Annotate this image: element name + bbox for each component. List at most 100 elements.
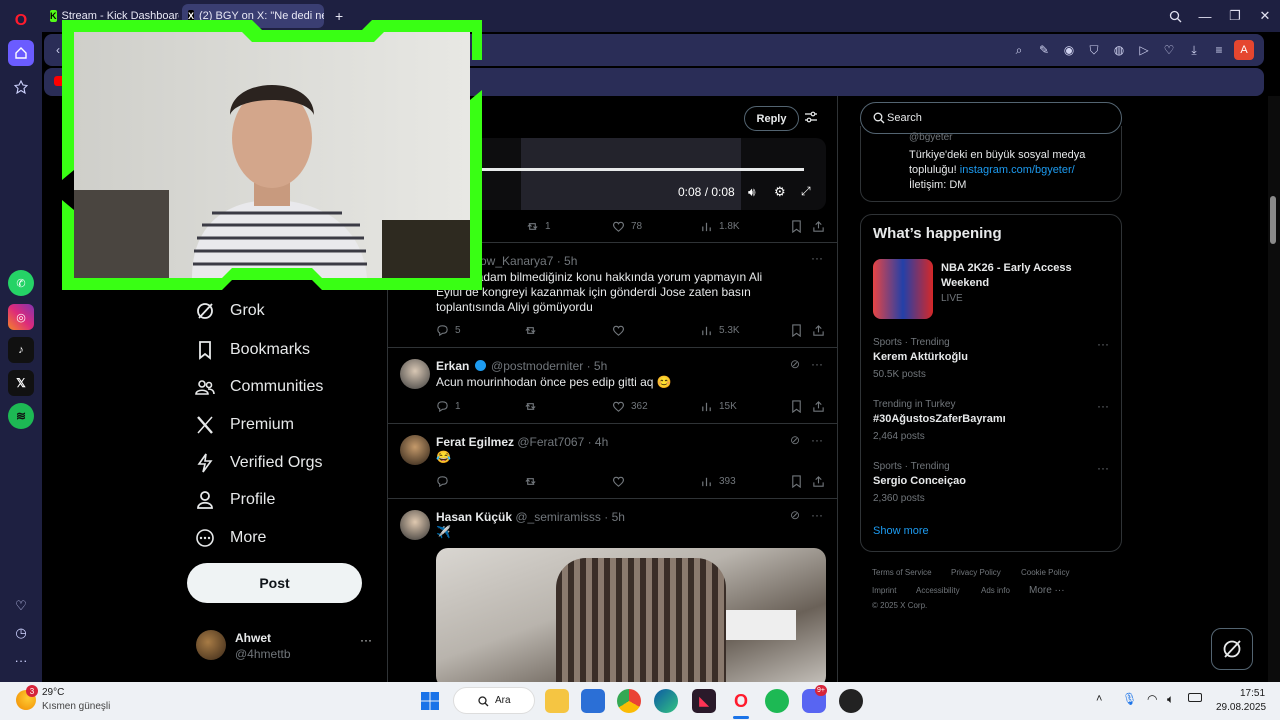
footer-cookie[interactable]: Cookie Policy: [1021, 568, 1069, 577]
bookmark-button[interactable]: [790, 475, 809, 488]
share-button[interactable]: [812, 400, 831, 413]
page-scrollbar[interactable]: [1268, 96, 1280, 682]
share-button[interactable]: [812, 220, 831, 233]
app-icon[interactable]: ◣: [692, 689, 716, 713]
retweet-button[interactable]: [524, 324, 543, 337]
trend-more-icon[interactable]: ···: [1097, 461, 1109, 475]
x-sidebar-icon[interactable]: 𝕏: [8, 370, 34, 396]
weather-desc[interactable]: Kısmen güneşli: [42, 701, 110, 712]
volume-icon[interactable]: 🔈︎: [1167, 692, 1174, 707]
grok-float-button[interactable]: [1211, 628, 1253, 670]
nav-premium[interactable]: Premium: [194, 410, 294, 440]
nav-bookmarks[interactable]: Bookmarks: [194, 335, 310, 365]
share-button[interactable]: [812, 475, 831, 488]
profile-card[interactable]: @bgyeter Türkiye'deki en büyük sosyal me…: [860, 126, 1122, 202]
chevron-up-icon[interactable]: ˄: [1096, 693, 1102, 705]
player-icon[interactable]: ▷: [1136, 42, 1152, 58]
featured-title[interactable]: NBA 2K26 - Early Access Weekend: [941, 261, 1111, 291]
wifi-icon[interactable]: ◠: [1147, 692, 1157, 706]
edge-icon[interactable]: [654, 689, 678, 713]
scrollbar-thumb[interactable]: [1270, 196, 1276, 244]
like-button[interactable]: [612, 475, 631, 488]
like-button[interactable]: 362: [612, 400, 648, 413]
trend-more-icon[interactable]: ···: [1097, 399, 1109, 413]
tweet-more-icon[interactable]: ···: [811, 508, 823, 522]
tweet-more-icon[interactable]: ···: [811, 357, 823, 371]
camera-icon[interactable]: ◉: [1061, 42, 1077, 58]
fullscreen-icon[interactable]: ⤢: [801, 184, 811, 199]
profile-link[interactable]: instagram.com/bgyeter/: [960, 164, 1075, 176]
minimize-icon[interactable]: —: [1195, 6, 1215, 26]
tweet[interactable]: Ferat Egilmez @Ferat7067 · 4h ⊘ ··· 😂 39…: [388, 425, 837, 499]
zoom-icon[interactable]: ⌕: [1011, 42, 1027, 58]
search-tabs-icon[interactable]: [1165, 6, 1185, 26]
grok-icon[interactable]: ⊘: [790, 508, 800, 522]
microphone-icon[interactable]: 🎙︎: [1122, 692, 1137, 706]
tweet[interactable]: Erkan @postmoderniter · 5h ⊘ ··· Acun mo…: [388, 349, 837, 424]
tweet-author[interactable]: Erkan: [436, 359, 469, 373]
volume-icon[interactable]: 🔊︎: [748, 185, 756, 200]
tweet-author[interactable]: Ferat Egilmez: [436, 435, 514, 449]
file-explorer-icon[interactable]: [545, 689, 569, 713]
settings-icon[interactable]: ⚙: [774, 184, 786, 200]
nav-more[interactable]: More: [194, 523, 266, 553]
footer-ads[interactable]: Ads info: [981, 586, 1010, 595]
restore-icon[interactable]: ❐: [1225, 6, 1245, 26]
reply-icon[interactable]: 1: [436, 400, 461, 413]
tweet-more-icon[interactable]: ···: [811, 251, 823, 265]
video-progress[interactable]: [442, 168, 804, 171]
weather-temp[interactable]: 29°C: [42, 687, 64, 698]
trend-more-icon[interactable]: ···: [1097, 337, 1109, 351]
opera-logo-icon[interactable]: O: [8, 8, 34, 34]
menu-icon[interactable]: ≡: [1211, 42, 1227, 58]
tweet[interactable]: Hasan Küçük @_semiramisss · 5h ⊘ ··· ✈️: [388, 500, 837, 682]
post-button[interactable]: Post: [187, 563, 362, 603]
nav-verified-orgs[interactable]: Verified Orgs: [194, 448, 322, 478]
spotify-taskbar-icon[interactable]: [765, 689, 789, 713]
footer-privacy[interactable]: Privacy Policy: [951, 568, 1001, 577]
footer-more[interactable]: More ···: [1029, 585, 1065, 596]
profile-avatar-icon[interactable]: A: [1234, 40, 1254, 60]
avatar[interactable]: [400, 435, 430, 465]
bookmark-button[interactable]: [790, 220, 809, 233]
views-button[interactable]: 393: [700, 475, 736, 488]
shield-icon[interactable]: ⛉: [1086, 42, 1102, 58]
taskbar-search[interactable]: Ara: [453, 687, 535, 714]
spotify-icon[interactable]: ≋: [8, 403, 34, 429]
like-button[interactable]: 78: [612, 220, 642, 233]
close-icon[interactable]: ✕: [1255, 6, 1275, 26]
start-icon[interactable]: [418, 689, 442, 713]
clock-time[interactable]: 17:51: [1240, 688, 1265, 699]
clock-date[interactable]: 29.08.2025: [1216, 702, 1266, 713]
reply-icon[interactable]: 5: [436, 324, 461, 337]
more-icon[interactable]: ···: [8, 647, 34, 673]
featured-thumbnail[interactable]: [873, 259, 933, 319]
reply-button[interactable]: Reply: [744, 106, 799, 131]
bookmark-button[interactable]: [790, 324, 809, 337]
reply-icon[interactable]: [436, 475, 455, 488]
trend-item[interactable]: Sports · Trending Sergio Conceiçao 2,360…: [861, 461, 1121, 515]
vpn-icon[interactable]: ◍: [1111, 42, 1127, 58]
chrome-icon[interactable]: [617, 689, 641, 713]
home-icon[interactable]: [8, 40, 34, 66]
trend-item[interactable]: Sports · Trending Kerem Aktürkoğlu 50.5K…: [861, 337, 1121, 391]
views-button[interactable]: 5.3K: [700, 324, 740, 337]
views-button[interactable]: 1.8K: [700, 220, 740, 233]
retweet-button[interactable]: [524, 475, 543, 488]
avatar[interactable]: [400, 359, 430, 389]
edit-icon[interactable]: ✎: [1036, 42, 1052, 58]
history-icon[interactable]: ◷: [8, 620, 34, 646]
tiktok-icon[interactable]: ♪: [8, 337, 34, 363]
store-icon[interactable]: [581, 689, 605, 713]
pinboard-icon[interactable]: [8, 74, 34, 100]
account-more-icon[interactable]: ···: [360, 633, 372, 647]
video-player[interactable]: 0:08 / 0:08 🔊︎ ⚙ ⤢: [436, 138, 826, 210]
battery-icon[interactable]: [1188, 693, 1202, 702]
favorites-icon[interactable]: ♡: [1161, 42, 1177, 58]
bookmark-button[interactable]: [790, 400, 809, 413]
retweet-button[interactable]: 1: [526, 220, 551, 233]
like-button[interactable]: [612, 324, 631, 337]
share-button[interactable]: [812, 324, 831, 337]
instagram-icon[interactable]: ◎: [8, 304, 34, 330]
download-icon[interactable]: ⤓: [1186, 42, 1202, 58]
